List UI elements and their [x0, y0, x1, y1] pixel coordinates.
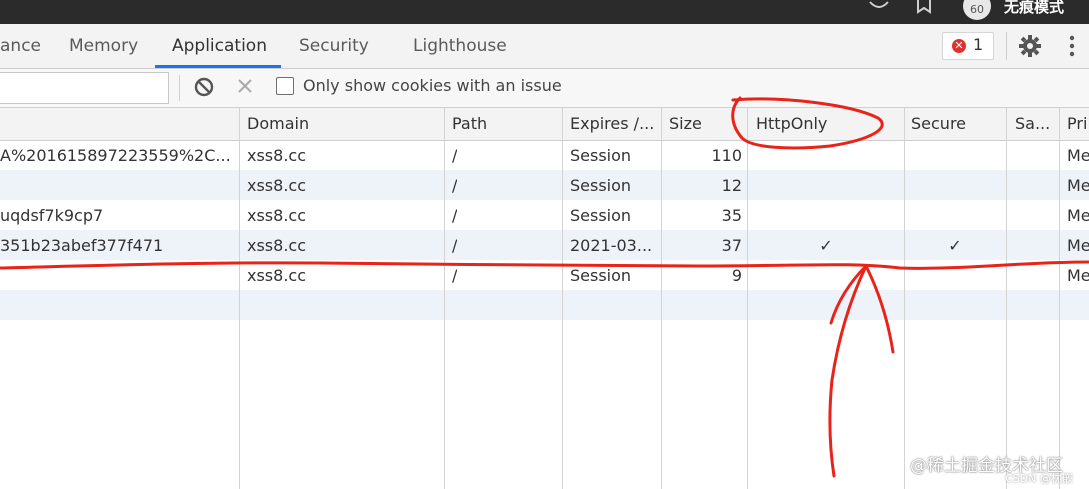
- error-count: 1: [973, 35, 984, 54]
- cookie-size: 35: [721, 206, 742, 225]
- watermark-subtext: CSDN @枕嵌: [1005, 472, 1073, 485]
- cookie-httponly: [748, 141, 904, 171]
- column-header-httponly[interactable]: HttpOnly: [756, 108, 827, 140]
- table-header: Domain Path Expires /... Size HttpOnly S…: [0, 108, 1089, 141]
- profile-avatar[interactable]: 60: [963, 0, 991, 20]
- cookie-name: 351b23abef377f471: [0, 236, 164, 255]
- table-row[interactable]: xss8.cc / Session 9 Me: [0, 261, 1089, 291]
- profile-name[interactable]: 无痕模式: [1004, 0, 1064, 17]
- filter-input[interactable]: [0, 72, 169, 104]
- toolbar-separator: [179, 75, 180, 101]
- column-divider[interactable]: [562, 108, 563, 489]
- table-row[interactable]: A%201615897223559%2C... xss8.cc / Sessio…: [0, 141, 1089, 171]
- cookie-secure: [905, 201, 1005, 231]
- column-divider[interactable]: [747, 108, 748, 489]
- cookie-size: 110: [711, 146, 742, 165]
- browser-titlebar: 60 无痕模式: [0, 0, 1089, 24]
- devtools-tabbar: ance Memory Application Security Lightho…: [0, 24, 1089, 69]
- column-header-secure[interactable]: Secure: [911, 108, 966, 140]
- more-options-icon[interactable]: [1068, 34, 1076, 62]
- column-header-priority[interactable]: Pri...: [1067, 108, 1089, 140]
- cookies-toolbar: Only show cookies with an issue: [0, 69, 1089, 108]
- error-count-badge[interactable]: ✕ 1: [942, 32, 994, 60]
- cookie-domain: xss8.cc: [247, 236, 306, 255]
- cookie-httponly: [748, 201, 904, 231]
- column-divider[interactable]: [1059, 108, 1060, 489]
- active-tab-indicator: [155, 65, 281, 68]
- cookie-secure: [905, 141, 1005, 171]
- cookie-size: 9: [731, 266, 742, 285]
- only-issue-checkbox[interactable]: [276, 77, 294, 95]
- cookie-name: A%201615897223559%2C...: [0, 146, 231, 165]
- cookie-priority: Me: [1067, 176, 1089, 195]
- cookie-priority: Me: [1067, 206, 1089, 225]
- tabbar-divider: [1006, 32, 1007, 60]
- column-header-samesite[interactable]: Sa...: [1015, 108, 1051, 140]
- cookie-expires: Session: [570, 206, 632, 225]
- cookie-secure: [905, 171, 1005, 201]
- tab-security[interactable]: Security: [299, 24, 369, 68]
- column-header-size[interactable]: Size: [669, 108, 702, 140]
- tab-performance[interactable]: ance: [0, 24, 41, 68]
- tab-application[interactable]: Application: [172, 24, 267, 68]
- table-row[interactable]: 351b23abef377f471 xss8.cc / 2021-03... 3…: [0, 231, 1089, 261]
- bookmark-icon[interactable]: [915, 0, 935, 14]
- error-icon: ✕: [952, 39, 966, 53]
- cookie-domain: xss8.cc: [247, 146, 306, 165]
- cookie-name: [0, 261, 236, 291]
- cookie-expires: Session: [570, 266, 632, 285]
- column-divider[interactable]: [239, 108, 240, 489]
- cookie-path: /: [452, 176, 458, 195]
- column-header-path[interactable]: Path: [452, 108, 487, 140]
- cookie-domain: xss8.cc: [247, 176, 306, 195]
- cookie-name: uqdsf7k9cp7: [0, 206, 104, 225]
- cookie-priority: Me: [1067, 236, 1089, 255]
- column-divider[interactable]: [1006, 108, 1007, 489]
- cookie-size: 12: [721, 176, 742, 195]
- cookie-priority: Me: [1067, 146, 1089, 165]
- column-divider[interactable]: [661, 108, 662, 489]
- cookie-size: 37: [721, 236, 742, 255]
- incognito-eye-icon: [868, 0, 889, 14]
- gear-icon[interactable]: [1018, 34, 1042, 62]
- row-background: [0, 290, 1089, 320]
- cookie-domain: xss8.cc: [247, 206, 306, 225]
- cookie-path: /: [452, 266, 458, 285]
- delete-selected-icon[interactable]: [235, 76, 255, 100]
- cookie-expires: Session: [570, 146, 632, 165]
- cookie-path: /: [452, 236, 458, 255]
- table-row[interactable]: uqdsf7k9cp7 xss8.cc / Session 35 Me: [0, 201, 1089, 231]
- cookie-expires: Session: [570, 176, 632, 195]
- column-divider[interactable]: [444, 108, 445, 489]
- cookie-path: /: [452, 146, 458, 165]
- cookies-table: Domain Path Expires /... Size HttpOnly S…: [0, 108, 1089, 489]
- tab-lighthouse[interactable]: Lighthouse: [413, 24, 507, 68]
- cookie-priority: Me: [1067, 266, 1089, 285]
- cookie-httponly: [748, 171, 904, 201]
- cookie-expires: 2021-03...: [570, 236, 653, 255]
- column-divider[interactable]: [904, 108, 905, 489]
- cookie-domain: xss8.cc: [247, 266, 306, 285]
- cookie-httponly: [748, 261, 904, 291]
- column-header-expires[interactable]: Expires /...: [570, 108, 658, 140]
- secure-check-icon: ✓: [948, 236, 962, 255]
- cookie-path: /: [452, 206, 458, 225]
- clear-all-cookies-icon[interactable]: [193, 76, 215, 102]
- cookie-name: [0, 171, 236, 201]
- cookie-secure: [905, 261, 1005, 291]
- httponly-check-icon: ✓: [819, 236, 833, 255]
- tab-memory[interactable]: Memory: [69, 24, 138, 68]
- only-issue-label: Only show cookies with an issue: [303, 76, 562, 95]
- table-row[interactable]: xss8.cc / Session 12 Me: [0, 171, 1089, 201]
- column-header-domain[interactable]: Domain: [247, 108, 309, 140]
